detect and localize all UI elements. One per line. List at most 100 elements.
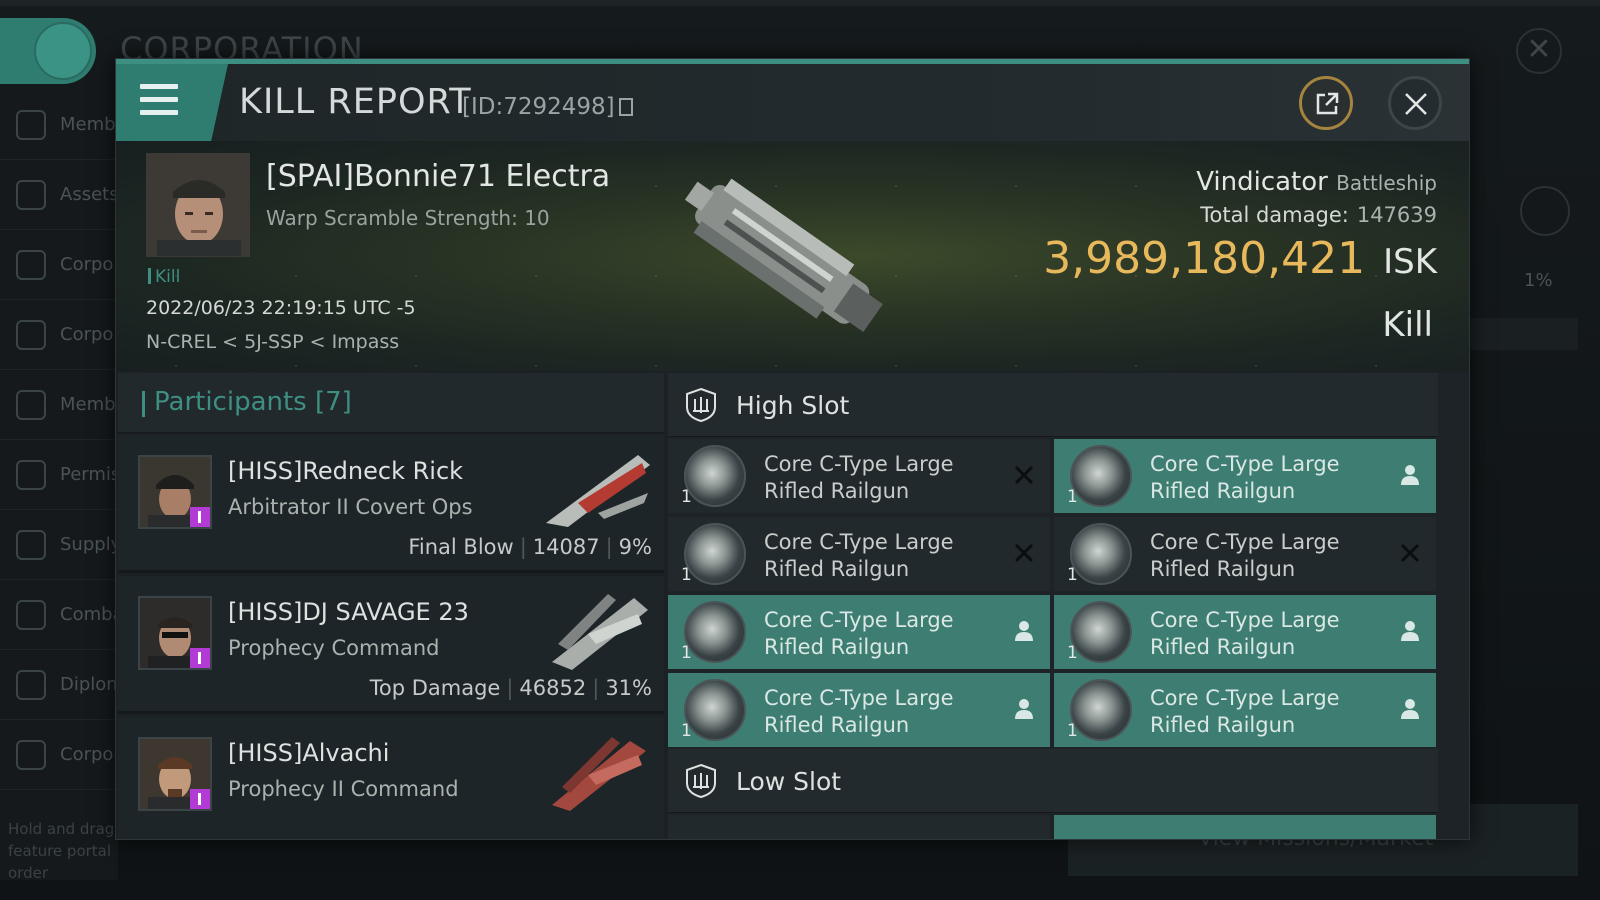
document-icon — [16, 739, 46, 770]
supply-icon — [16, 529, 46, 560]
low-slot-module-partial[interactable] — [1054, 815, 1436, 839]
module-quantity: 1 — [681, 721, 692, 741]
module-item[interactable]: 1 Core C-Type Large Rifled Railgun — [1054, 673, 1436, 747]
fitting-panel: High Slot 1 Core C-Type Large Rifled Rail… — [668, 373, 1469, 839]
participant-stats: Final Blow | 14087 | 9% — [408, 535, 652, 559]
participant-row[interactable]: [HISS]DJ SAVAGE 23 Prophecy Command Top … — [118, 576, 664, 714]
background-bar — [1468, 318, 1578, 350]
module-name: Core C-Type Large Rifled Railgun — [764, 530, 954, 581]
participant-avatar[interactable] — [138, 737, 212, 811]
railgun-icon — [684, 601, 746, 663]
module-name: Core C-Type Large Rifled Railgun — [764, 686, 954, 737]
module-name: Core C-Type Large Rifled Railgun — [1150, 530, 1340, 581]
isk-unit: ISK — [1383, 242, 1437, 282]
kill-tag: Kill — [148, 267, 180, 287]
pilot-badge-icon — [190, 648, 210, 668]
x-icon — [1400, 543, 1420, 563]
background-menu-button[interactable] — [0, 18, 96, 84]
participant-ship: Prophecy II Command — [228, 777, 459, 801]
kill-location[interactable]: N-CREL < 5J-SSP < Impass — [146, 331, 399, 353]
module-item[interactable]: 1 Core C-Type Large Rifled Railgun — [1054, 517, 1436, 591]
kill-report-header: KILL REPORT [ID:7292498] — [116, 64, 1469, 141]
separator: | — [519, 535, 527, 559]
victim-ship-name: Vindicator — [1196, 167, 1328, 197]
participant-avatar[interactable] — [138, 596, 212, 670]
module-quantity: 1 — [1067, 487, 1078, 507]
sidebar-item-combat[interactable]: Combat — [0, 580, 118, 650]
separator: | — [592, 676, 600, 700]
kill-outcome: Kill — [1382, 305, 1433, 345]
participant-name[interactable]: [HISS]DJ SAVAGE 23 — [228, 598, 469, 626]
high-slot-label: High Slot — [736, 391, 850, 420]
participant-row[interactable]: [HISS]Redneck Rick Arbitrator II Covert … — [118, 435, 664, 573]
background-external-link-icon[interactable] — [1520, 186, 1570, 236]
share-button[interactable] — [1299, 76, 1353, 130]
participant-ship: Arbitrator II Covert Ops — [228, 495, 473, 519]
participants-panel: Participants [7] [HISS]Redneck Rick Arbi… — [118, 373, 664, 839]
background-topbar — [0, 0, 1600, 6]
module-item[interactable]: 1 Core C-Type Large Rifled Railgun — [1054, 595, 1436, 669]
background-close-icon[interactable]: ✕ — [1516, 28, 1562, 74]
module-name: Core C-Type Large Rifled Railgun — [764, 608, 954, 659]
module-quantity: 1 — [681, 565, 692, 585]
sidebar-item-applications[interactable]: Member Applications — [0, 370, 118, 440]
kill-report-id[interactable]: [ID:7292498] — [462, 94, 633, 120]
railgun-icon — [1070, 445, 1132, 507]
menu-icon — [34, 22, 92, 80]
module-item[interactable]: 1 Core C-Type Large Rifled Railgun — [668, 517, 1050, 591]
participant-avatar[interactable] — [138, 455, 212, 529]
sidebar-item-diplomacy[interactable]: Diplomacy — [0, 650, 118, 720]
combat-icon — [16, 599, 46, 630]
pilot-badge-icon — [190, 507, 210, 527]
members-icon — [16, 109, 46, 140]
isk-amount: 3,989,180,421 — [1043, 233, 1366, 284]
low-slot-module-partial[interactable] — [668, 815, 1050, 839]
participant-name[interactable]: [HISS]Alvachi — [228, 739, 389, 767]
victim-ship-image[interactable] — [656, 151, 906, 361]
sidebar-item-corporation-2[interactable]: Corporation — [0, 300, 118, 370]
x-icon — [1014, 543, 1034, 563]
high-slot-header: High Slot — [668, 373, 1438, 437]
module-name: Core C-Type Large Rifled Railgun — [764, 452, 954, 503]
module-item[interactable]: 1 Core C-Type Large Rifled Railgun — [668, 673, 1050, 747]
kill-timestamp: 2022/06/23 22:19:15 UTC -5 — [146, 297, 416, 319]
background-hint: Hold and drag feature portal order — [8, 820, 115, 882]
module-item[interactable]: 1 Core C-Type Large Rifled Railgun — [1054, 439, 1436, 513]
assets-icon — [16, 179, 46, 210]
sidebar-item-corporation[interactable]: Corporation — [0, 230, 118, 300]
module-item[interactable]: 1 Core C-Type Large Rifled Railgun — [668, 595, 1050, 669]
participant-ship: Prophecy Command — [228, 636, 440, 660]
participant-role: Final Blow — [408, 535, 514, 559]
participant-ship-image — [552, 594, 648, 670]
victim-portrait[interactable] — [146, 153, 250, 257]
diplomacy-icon — [16, 669, 46, 700]
sidebar-item-supply[interactable]: Supply — [0, 510, 118, 580]
total-damage-label: Total damage: — [1200, 203, 1349, 227]
person-icon — [1015, 699, 1033, 719]
person-icon — [1401, 699, 1419, 719]
module-quantity: 1 — [681, 487, 692, 507]
sidebar-item-assets[interactable]: Assets — [0, 160, 118, 230]
member-applications-icon — [16, 389, 46, 420]
module-item[interactable]: 1 Core C-Type Large Rifled Railgun — [668, 439, 1050, 513]
participant-name[interactable]: [HISS]Redneck Rick — [228, 457, 463, 485]
sidebar-item-permissions[interactable]: Permissions Management — [0, 440, 118, 510]
isk-value: 3,989,180,421 ISK — [1043, 233, 1437, 284]
person-icon — [1401, 465, 1419, 485]
external-link-icon — [1316, 92, 1339, 115]
victim-ship[interactable]: Vindicator Battleship — [1196, 167, 1437, 197]
close-button[interactable] — [1388, 76, 1442, 130]
participant-row[interactable]: [HISS]Alvachi Prophecy II Command — [118, 717, 664, 839]
sidebar-item-corporation-3[interactable]: Corporation — [0, 720, 118, 790]
header-menu-button[interactable] — [116, 64, 228, 141]
pie-icon — [16, 319, 46, 350]
railgun-icon — [1070, 679, 1132, 741]
participant-percent: 31% — [605, 676, 652, 700]
module-quantity: 1 — [681, 643, 692, 663]
background-sidebar: Members Assets Corporation Corporation M… — [0, 90, 118, 880]
copy-icon[interactable] — [618, 98, 633, 116]
total-damage-value: 147639 — [1356, 203, 1437, 227]
high-slot-icon — [686, 387, 716, 423]
victim-pilot-name[interactable]: [SPAI]Bonnie71 Electra — [266, 159, 610, 194]
sidebar-item-members[interactable]: Members — [0, 90, 118, 160]
